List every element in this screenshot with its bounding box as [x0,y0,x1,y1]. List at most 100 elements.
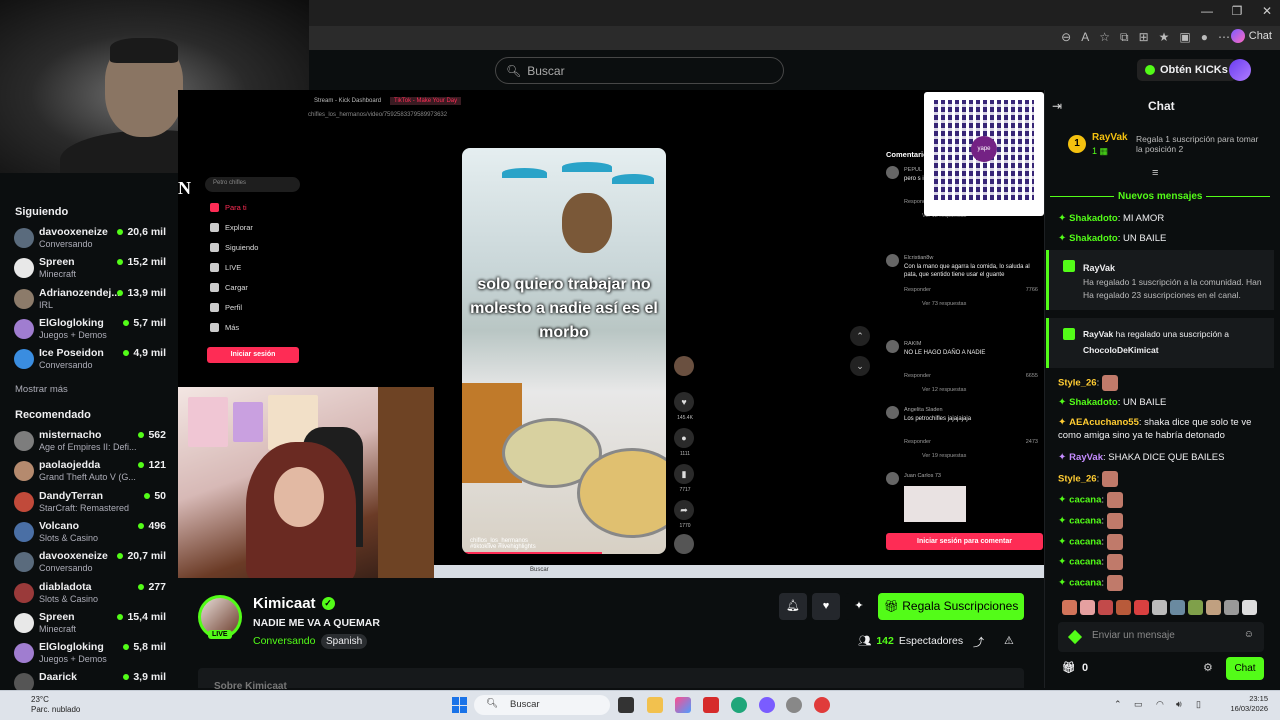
chat-username[interactable]: cacana [1069,537,1101,548]
chat-username[interactable]: RayVak [1069,452,1103,463]
chat-username[interactable]: Shakadoto [1069,213,1118,224]
tray-expand-icon[interactable]: ⌃ [1114,699,1122,710]
emote-option[interactable] [1170,600,1185,615]
emote-option[interactable] [1062,600,1077,615]
edge-icon[interactable] [731,697,747,713]
streamer-name-text: Kimicaat [253,595,316,612]
gift-subscriptions-label: Regala Suscripciones [902,599,1019,613]
extensions-icon[interactable]: ⧉ [1120,30,1129,45]
sidebar-channel[interactable]: DandyTerran StarCraft: Remastered 50 [14,490,174,520]
tiktok-nav-item: Para ti [210,203,247,212]
send-chat-button[interactable]: Chat [1226,657,1264,680]
channel-points[interactable]: 🎁︎ 0 [1062,661,1088,675]
zoom-icon[interactable]: ⊖ [1061,30,1071,45]
sidebar-channel[interactable]: paolaojedda Grand Theft Auto V (G... 121 [14,459,174,489]
weather-widget[interactable]: 23°C Parc. nublado [31,695,80,715]
collections-icon[interactable]: ▣ [1179,30,1190,45]
chat-settings-icon[interactable]: ⚙ [1203,661,1213,674]
app-icon[interactable] [814,697,830,713]
emote-option[interactable] [1206,600,1221,615]
stream-category[interactable]: Conversando [253,635,315,647]
sidebar-channel[interactable]: misternacho Age of Empires II: Defi... 562 [14,429,174,459]
wifi-icon[interactable]: ◠ [1156,699,1164,710]
show-more-link[interactable]: Mostrar más [15,384,68,395]
chat-username[interactable]: Style_26 [1058,378,1097,389]
emote-option[interactable] [1152,600,1167,615]
emoji-icon[interactable]: ☺ [1244,629,1254,640]
emote-option[interactable] [1188,600,1203,615]
sidebar-channel[interactable]: Spreen Minecraft 15,2 mil [14,256,174,286]
emote-option[interactable] [1134,600,1149,615]
chat-badge-icon: ✦ [1058,556,1070,568]
emote-bar[interactable] [1062,600,1272,618]
volume-icon[interactable]: 🔊︎ [1176,699,1182,710]
channel-category: Juegos + Demos [39,329,107,340]
sidebar-channel[interactable]: Spreen Minecraft 15,4 mil [14,611,174,641]
profile-icon[interactable]: ● [1201,30,1208,45]
report-icon[interactable]: ⚠ [1004,634,1014,647]
chat-input-placeholder: Enviar un mensaje [1092,630,1175,641]
sparkle-icon[interactable]: ✦ [845,593,873,620]
maximize-icon[interactable]: ❐ [1222,4,1252,18]
sidebar-channel[interactable]: diabladota Slots & Casino 277 [14,581,174,611]
sidebar-channel[interactable]: Adrianozendej... IRL 13,9 mil [14,287,174,317]
emote-option[interactable] [1224,600,1239,615]
stream-language-tag[interactable]: Spanish [321,634,368,649]
tiktok-nav-label: Más [225,323,240,332]
emote-option[interactable] [1080,600,1095,615]
split-icon[interactable]: ⊞ [1139,30,1149,45]
copilot-app-icon[interactable] [675,697,691,713]
clock[interactable]: 23:15 16/03/2026 [1218,694,1268,714]
streamer-name[interactable]: Kimicaat ✓ [253,595,335,612]
sidebar-channel[interactable]: ElGlogloking Juegos + Demos 5,7 mil [14,317,174,347]
emote-option[interactable] [1242,600,1257,615]
sidebar-channel[interactable]: Volcano Slots & Casino 496 [14,520,174,550]
read-aloud-icon[interactable]: A [1081,30,1089,45]
gift-subscriptions-button[interactable]: 🎁︎ Regala Suscripciones [878,593,1024,620]
chat-username[interactable]: Shakadoto [1069,233,1118,244]
comment-icon: ● [674,428,694,448]
windows-start-icon[interactable] [452,697,468,713]
sidebar-channel[interactable]: Ice Poseidon Conversando 4,9 mil [14,347,174,377]
chat-leaderboard[interactable]: 1 RayVak 1 ▦ Regala 1 suscripción para t… [1060,130,1270,164]
notification-bell-icon[interactable]: 🔔︎ [779,593,807,620]
minimize-icon[interactable]: — [1192,4,1222,18]
get-kicks-button[interactable]: Obtén KICKs [1137,59,1236,81]
follow-heart-icon[interactable]: ♥ [812,593,840,620]
chat-username[interactable]: cacana [1069,495,1101,506]
chat-username[interactable]: cacana [1069,578,1101,589]
task-view-icon[interactable] [618,697,634,713]
search-icon: 🔍︎ [486,698,499,709]
more-icon[interactable]: ⋯ [1218,30,1230,45]
search-input[interactable]: 🔍︎ Buscar [495,57,784,84]
file-explorer-icon[interactable] [647,697,663,713]
battery-icon[interactable]: ▯ [1196,699,1201,710]
chat-username[interactable]: Style_26 [1058,474,1097,485]
chat-username[interactable]: cacana [1069,516,1101,527]
taskbar-search[interactable]: 🔍︎ Buscar [474,695,610,715]
chat-username[interactable]: cacana [1069,557,1101,568]
sidebar-channel[interactable]: ElGlogloking Juegos + Demos 5,8 mil [14,641,174,671]
tray-app-icon[interactable]: ▭ [1134,699,1143,710]
close-icon[interactable]: ✕ [1252,4,1280,18]
webcam-person-hair [110,38,178,63]
emote-option[interactable] [1116,600,1131,615]
channel-avatar [14,643,34,664]
sidebar-channel[interactable]: davooxeneize Conversando 20,6 mil [14,226,174,256]
wps-icon[interactable] [703,697,719,713]
copilot-chat-button[interactable]: Chat [1230,29,1272,43]
messenger-icon[interactable] [759,697,775,713]
obs-icon[interactable] [786,697,802,713]
sidebar-channel[interactable]: davooxeneize Conversando 20,7 mil [14,550,174,580]
filter-icon[interactable]: ≡ [1152,167,1158,179]
user-avatar[interactable] [1229,59,1251,81]
collapse-chat-icon[interactable]: ⇥ [1052,99,1062,113]
chat-username[interactable]: Shakadoto [1069,397,1118,408]
chat-username[interactable]: AEAcuchano55 [1069,417,1139,428]
chat-input[interactable]: Enviar un mensaje ☺ [1058,622,1264,652]
emote-option[interactable] [1098,600,1113,615]
share-icon[interactable]: ⤴ [973,634,984,650]
comment-avatar [886,406,899,419]
favorites-bar-icon[interactable]: ★ [1159,30,1170,45]
favorite-icon[interactable]: ☆ [1099,30,1110,45]
